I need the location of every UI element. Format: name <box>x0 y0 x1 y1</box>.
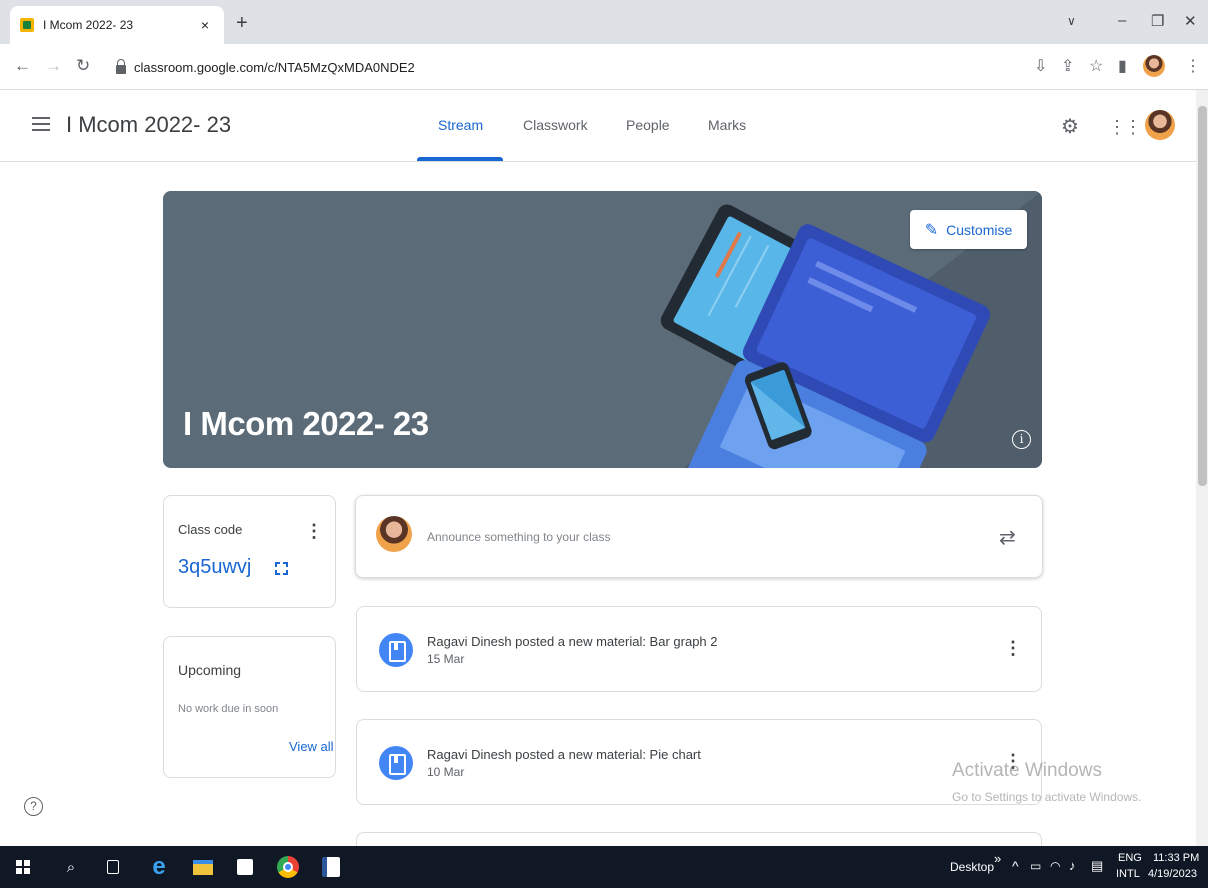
battery-icon[interactable]: ▭ <box>1030 859 1041 873</box>
action-center-icon[interactable]: ▤ <box>1091 858 1103 874</box>
activate-windows-title: Activate Windows <box>952 760 1102 781</box>
main-menu-icon[interactable] <box>32 117 50 131</box>
post-title: Ragavi Dinesh posted a new material: Bar… <box>427 634 718 649</box>
screen: I Mcom 2022- 23 × + ∨ – ❐ ✕ ← → ↻ classr… <box>0 0 1208 888</box>
class-info-icon[interactable]: i <box>1012 430 1031 449</box>
tab-marks[interactable]: Marks <box>708 117 746 133</box>
chrome-icon[interactable] <box>273 846 303 888</box>
task-view-icon[interactable] <box>100 846 126 888</box>
clock-date[interactable]: 4/19/2023 <box>1148 868 1197 880</box>
forward-button[interactable]: → <box>45 56 62 76</box>
volume-icon[interactable]: ♪ <box>1069 858 1076 873</box>
classroom-favicon-icon <box>20 18 34 32</box>
announce-placeholder[interactable]: Announce something to your class <box>427 530 610 544</box>
tab-title: I Mcom 2022- 23 <box>43 18 134 32</box>
side-panel-icon[interactable]: ▮ <box>1118 56 1127 76</box>
class-code-card: Class code ⋮ 3q5uwvj <box>163 495 336 608</box>
banner-class-title: I Mcom 2022- 23 <box>183 405 429 442</box>
browser-tab[interactable]: I Mcom 2022- 23 × <box>10 6 224 44</box>
search-icon[interactable]: ⌕ <box>58 846 84 888</box>
activate-windows-subtitle: Go to Settings to activate Windows. <box>952 790 1142 804</box>
help-icon[interactable]: ? <box>24 797 43 816</box>
class-code-value[interactable]: 3q5uwvj <box>178 556 251 579</box>
edge-browser-icon[interactable]: e <box>144 846 174 888</box>
class-settings-gear-icon[interactable]: ⚙ <box>1061 114 1079 139</box>
display-fullscreen-icon[interactable] <box>275 562 288 575</box>
windows-taskbar: ⌕ e Desktop » ^ ▭ ◠ ♪ ▤ ENG INTL 11:33 P… <box>0 846 1208 888</box>
browser-menu-icon[interactable]: ⋮ <box>1185 56 1201 76</box>
upcoming-subtitle: No work due in soon <box>178 703 279 715</box>
minimize-button[interactable]: – <box>1118 12 1126 29</box>
class-banner: I Mcom 2022- 23 ✎ Customise i <box>163 191 1042 468</box>
wifi-icon[interactable]: ◠ <box>1050 859 1060 873</box>
close-tab-icon[interactable]: × <box>196 17 214 33</box>
class-code-menu-icon[interactable]: ⋮ <box>305 522 323 540</box>
word-document-icon[interactable] <box>316 846 346 888</box>
install-app-icon[interactable]: ⇩ <box>1034 56 1047 76</box>
new-tab-button[interactable]: + <box>236 12 248 35</box>
view-all-link[interactable]: View all <box>289 739 334 754</box>
material-icon <box>379 633 413 667</box>
profile-avatar[interactable] <box>1143 55 1165 77</box>
scrollbar-thumb[interactable] <box>1198 106 1207 486</box>
tab-search-chevron-icon[interactable]: ∨ <box>1067 14 1076 28</box>
back-button[interactable]: ← <box>14 56 31 76</box>
reuse-post-icon[interactable]: ⇄ <box>999 525 1016 550</box>
stream-post[interactable]: Ragavi Dinesh posted a new material: Bar… <box>356 606 1042 692</box>
post-date: 10 Mar <box>427 765 465 779</box>
lock-icon <box>116 58 126 74</box>
material-icon <box>379 746 413 780</box>
tab-people[interactable]: People <box>626 117 670 133</box>
store-icon[interactable] <box>230 846 260 888</box>
class-title[interactable]: I Mcom 2022- 23 <box>66 112 231 138</box>
language-label[interactable]: ENG <box>1118 852 1142 864</box>
upcoming-card: Upcoming No work due in soon View all <box>163 636 336 778</box>
browser-tab-strip: I Mcom 2022- 23 × + ∨ – ❐ ✕ <box>0 0 1208 44</box>
upcoming-title: Upcoming <box>178 662 242 678</box>
announce-box[interactable]: Announce something to your class ⇄ <box>355 495 1043 578</box>
windows-start-icon[interactable] <box>10 846 36 888</box>
url-text: classroom.google.com/c/NTA5MzQxMDA0NDE2 <box>134 59 415 75</box>
bookmark-star-icon[interactable]: ☆ <box>1089 56 1103 76</box>
active-tab-indicator <box>417 157 503 161</box>
post-title: Ragavi Dinesh posted a new material: Pie… <box>427 747 701 762</box>
classroom-header: I Mcom 2022- 23 Stream Classwork People … <box>0 90 1196 162</box>
customise-label: Customise <box>946 221 1013 238</box>
class-code-label: Class code <box>178 522 243 537</box>
tab-classwork[interactable]: Classwork <box>523 117 588 133</box>
keyboard-layout-label[interactable]: INTL <box>1116 868 1140 880</box>
account-avatar[interactable] <box>1145 110 1175 140</box>
user-avatar <box>376 516 412 552</box>
show-hidden-icons-chevron[interactable]: ^ <box>1012 858 1019 874</box>
close-window-button[interactable]: ✕ <box>1184 12 1197 30</box>
post-date: 15 Mar <box>427 652 465 666</box>
post-menu-icon[interactable]: ⋮ <box>1004 639 1022 657</box>
desktop-toolbar-label[interactable]: Desktop <box>950 860 994 874</box>
clock-time[interactable]: 11:33 PM <box>1153 852 1199 864</box>
restore-button[interactable]: ❐ <box>1151 12 1164 30</box>
share-icon[interactable]: ⇪ <box>1061 56 1074 76</box>
file-explorer-icon[interactable] <box>188 846 218 888</box>
pencil-icon: ✎ <box>924 221 939 239</box>
tab-stream[interactable]: Stream <box>438 117 483 133</box>
customise-button[interactable]: ✎ Customise <box>910 210 1027 249</box>
stream-post[interactable]: Ragavi Dinesh posted a new material: Pie… <box>356 719 1042 805</box>
toolbar-overflow-icon[interactable]: » <box>994 851 1001 866</box>
address-bar[interactable]: classroom.google.com/c/NTA5MzQxMDA0NDE2 <box>104 52 1114 82</box>
reload-button[interactable]: ↻ <box>76 56 90 76</box>
